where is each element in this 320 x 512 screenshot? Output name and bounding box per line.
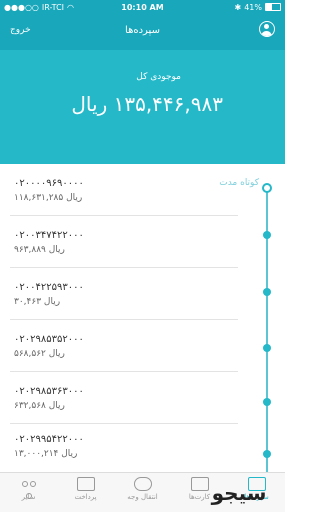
page-title: سپرده‌ها: [125, 25, 160, 36]
tab-label: پرداخت: [74, 493, 97, 501]
account-number: ۰۲۰۰۴۲۲۵۹۳۰۰۰: [14, 282, 84, 293]
transfer-icon: [133, 477, 152, 491]
account-number: ۰۲۰۲۹۹۵۴۲۲۰۰۰: [14, 434, 84, 445]
account-row[interactable]: ۰۲۰۲۹۸۵۳۵۲۰۰۰ ۵۶۸,۵۶۲ ریال: [0, 320, 285, 372]
account-balance: ۹۶۳,۸۸۹ ریال: [14, 245, 65, 255]
nav-bar: خروج سپرده‌ها: [0, 14, 285, 50]
account-row[interactable]: ۰۲۰۲۹۹۵۴۲۲۰۰۰ ۱۳,۰۰۰,۲۱۴ ریال: [0, 420, 285, 472]
account-number: ۰۲۰۰۰۰۹۶۹۰۰۰۰: [14, 178, 84, 189]
account-row[interactable]: ۰۲۰۰۴۲۲۵۹۳۰۰۰ ۳۰,۴۶۳ ریال: [0, 268, 285, 320]
wallet-icon: [76, 477, 95, 491]
account-number: ۰۲۰۰۳۴۷۴۲۲۰۰۰: [14, 230, 84, 241]
status-bar: ●●●○○ IR-TCI ◠ 10:10 AM ✱ 41%: [0, 0, 285, 14]
total-balance-label: موجودی کل: [136, 72, 181, 82]
tab-more[interactable]: سایر: [0, 477, 57, 511]
tab-label: انتقال وجه: [127, 493, 158, 501]
account-balance: ۱۱۸,۶۳۱,۲۸۵ ریال: [14, 193, 83, 203]
account-row[interactable]: ۰۲۰۰۰۰۹۶۹۰۰۰۰ ۱۱۸,۶۳۱,۲۸۵ ریال: [0, 164, 285, 216]
profile-icon[interactable]: [259, 21, 275, 37]
account-number: ۰۲۰۲۹۸۵۳۵۲۰۰۰: [14, 334, 84, 345]
account-number: ۰۲۰۲۹۸۵۳۶۳۰۰۰: [14, 386, 84, 397]
tab-transfer[interactable]: انتقال وجه: [114, 477, 171, 511]
account-row[interactable]: ۰۲۰۰۳۴۷۴۲۲۰۰۰ ۹۶۳,۸۸۹ ریال: [0, 216, 285, 268]
total-balance-value: ۱۳۵,۴۴۶,۹۸۳ ریال: [71, 92, 223, 116]
more-icon: [20, 477, 38, 499]
account-balance: ۱۳,۰۰۰,۲۱۴ ریال: [14, 449, 78, 459]
tab-payment[interactable]: پرداخت: [57, 477, 114, 511]
account-balance: ۳۰,۴۶۳ ریال: [14, 297, 61, 307]
status-time: 10:10 AM: [121, 2, 164, 12]
account-row[interactable]: ۰۲۰۲۹۸۵۳۶۳۰۰۰ ۶۳۲,۵۶۸ ریال: [0, 372, 285, 424]
watermark-logo: سیجو: [211, 481, 267, 505]
battery-icon: [265, 3, 281, 11]
balance-header: موجودی کل ۱۳۵,۴۴۶,۹۸۳ ریال: [0, 50, 285, 164]
account-balance: ۶۳۲,۵۶۸ ریال: [14, 401, 65, 411]
account-balance: ۵۶۸,۵۶۲ ریال: [14, 349, 65, 359]
